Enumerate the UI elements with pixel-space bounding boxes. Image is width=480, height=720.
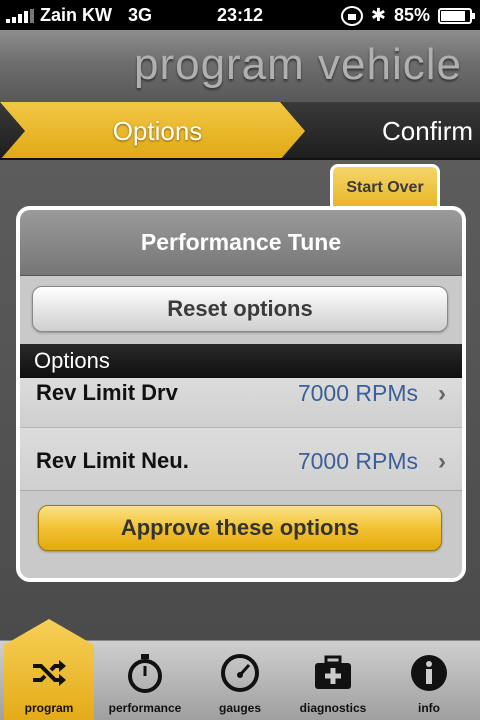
approve-options-button[interactable]: Approve these options [38, 505, 442, 551]
panel-reset-area: Reset options [20, 276, 462, 344]
step-progress-bar: Options Confirm [0, 102, 480, 160]
step-current-label: Options [112, 116, 203, 146]
option-value: 7000 RPMs [297, 448, 418, 474]
reset-options-button[interactable]: Reset options [32, 286, 448, 332]
panel-approve-area: Approve these options [20, 490, 462, 578]
chevron-right-icon: › [438, 380, 446, 407]
option-value: 7000 RPMs [297, 380, 418, 406]
tab-bar: program performance gauges diagnostics i… [0, 619, 480, 720]
tab-label: performance [108, 701, 182, 715]
app-header: program vehicle [0, 30, 480, 102]
start-over-button[interactable]: Start Over [330, 164, 440, 208]
tab-diagnostics[interactable]: diagnostics [288, 641, 378, 720]
bluetooth-icon: ✱ [370, 5, 386, 25]
options-panel: Performance Tune Reset options Options R… [16, 206, 466, 582]
rotation-lock-icon [340, 5, 363, 26]
gauge-icon [220, 653, 260, 693]
page-title: program vehicle [133, 40, 462, 89]
tab-performance[interactable]: performance [100, 641, 190, 720]
tab-label: gauges [218, 701, 261, 715]
battery-icon [438, 7, 475, 24]
chevron-right-icon: › [438, 448, 446, 475]
step-current: Options [0, 102, 305, 158]
option-label: Rev Limit Drv [36, 380, 178, 405]
section-header-options: Options [20, 344, 462, 378]
option-row-rev-limit-neu[interactable]: Rev Limit Neu. 7000 RPMs › [20, 428, 462, 494]
step-next-label: Confirm [382, 116, 474, 146]
option-label: Rev Limit Neu. [36, 448, 189, 473]
tab-label: info [418, 701, 440, 715]
stopwatch-icon [125, 653, 165, 693]
panel-title: Performance Tune [20, 210, 462, 276]
info-icon [409, 653, 449, 693]
tab-label: diagnostics [299, 701, 367, 715]
option-row-rev-limit-drv[interactable]: Rev Limit Drv 7000 RPMs › [20, 378, 462, 428]
shuffle-icon [29, 653, 69, 693]
tab-gauges[interactable]: gauges [195, 641, 285, 720]
tab-label: program [24, 701, 74, 715]
first-aid-kit-icon [313, 653, 353, 693]
status-bar: Zain KW 3G 23:12 ✱ 85% [0, 0, 480, 30]
battery-percent: 85% [393, 5, 430, 25]
tab-info[interactable]: info [384, 641, 474, 720]
